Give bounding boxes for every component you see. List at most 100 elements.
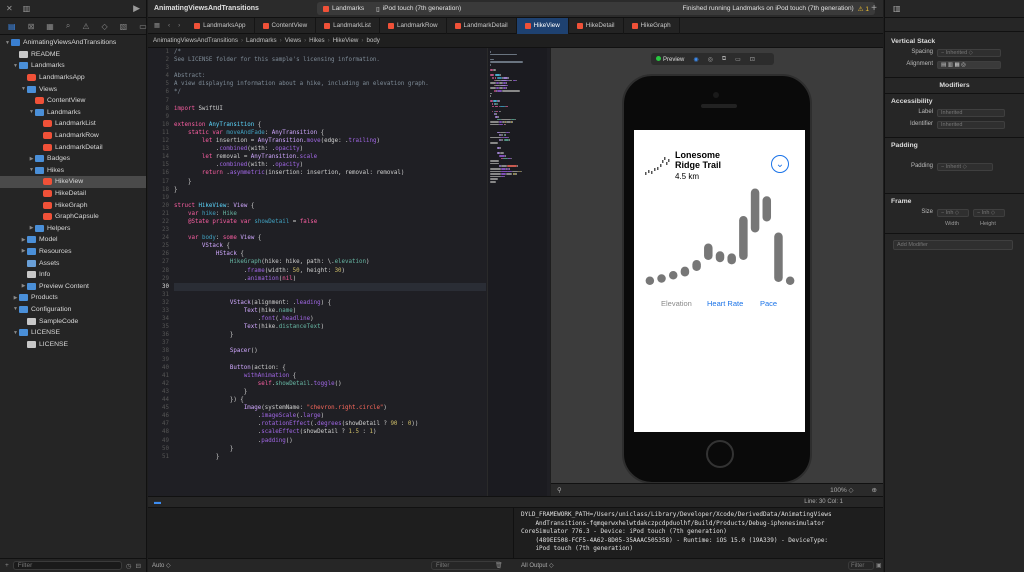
code-line[interactable]: VStack {	[174, 242, 486, 250]
code-line[interactable]: }	[174, 186, 486, 194]
code-line[interactable]: .rotationEffect(.degrees(showDetail ? 90…	[174, 420, 486, 428]
code-area[interactable]: /* See LICENSE folder for this sample's l…	[174, 48, 486, 461]
file-tree-item[interactable]: ▼ Hikes	[0, 165, 146, 177]
code-line[interactable]: self.showDetail.toggle()	[174, 380, 486, 388]
code-line[interactable]: static var moveAndFade: AnyTransition {	[174, 129, 486, 137]
add-icon[interactable]: +	[5, 562, 9, 569]
code-line[interactable]: let removal = AnyTransition.scale	[174, 153, 486, 161]
zoom-fit-icon[interactable]: ⊕	[872, 486, 877, 494]
code-line[interactable]: }) {	[174, 396, 486, 404]
code-line[interactable]: Abstract:	[174, 72, 486, 80]
code-line[interactable]: */	[174, 88, 486, 96]
code-line[interactable]: var body: some View {	[174, 234, 486, 242]
device-settings-icon[interactable]: ▭	[735, 56, 741, 63]
code-line[interactable]: HikeGraph(hike: hike, path: \.elevation)	[174, 258, 486, 266]
source-control-tab-icon[interactable]: ⊠	[28, 22, 35, 31]
file-tree-item[interactable]: LandmarkDetail	[0, 141, 146, 153]
code-line[interactable]: Spacer()	[174, 347, 486, 355]
debug-navigator-tab-icon[interactable]: ▧	[120, 22, 128, 31]
console-filter-input[interactable]: Filter	[848, 561, 874, 570]
disclosure-triangle-icon[interactable]: ▼	[4, 40, 11, 46]
variables-filter-input[interactable]: Filter	[431, 561, 501, 570]
padding-field[interactable]: − Inherit ◇	[937, 163, 993, 171]
code-line[interactable]: @State private var showDetail = false	[174, 218, 486, 226]
duplicate-preview-icon[interactable]: ⊡	[750, 56, 755, 63]
disclosure-triangle-icon[interactable]: ▼	[12, 306, 19, 312]
code-line[interactable]: }	[174, 453, 486, 461]
disclosure-triangle-icon[interactable]: ▶	[12, 295, 19, 301]
identifier-field[interactable]: Inherited	[937, 121, 1005, 129]
sidebar-toggle-icon[interactable]: ▥	[23, 4, 31, 13]
width-field[interactable]: − Inh ◇	[937, 209, 969, 217]
code-line[interactable]	[174, 282, 486, 291]
file-tree-item[interactable]: ▶ Products	[0, 292, 146, 304]
code-line[interactable]: .scaleEffect(showDetail ? 1.5 : 1)	[174, 428, 486, 436]
editor-tab[interactable]: LandmarkDetail	[447, 17, 517, 34]
code-line[interactable]: .font(.headline)	[174, 315, 486, 323]
code-line[interactable]: var hike: Hike	[174, 210, 486, 218]
find-navigator-tab-icon[interactable]: ⌕	[66, 21, 70, 31]
code-line[interactable]: let insertion = AnyTransition.move(edge:…	[174, 137, 486, 145]
code-line[interactable]: Button(action: {	[174, 364, 486, 372]
trash-icon[interactable]: 🗑	[495, 562, 503, 569]
code-line[interactable]: .frame(width: 50, height: 30)	[174, 267, 486, 275]
warning-badge[interactable]: ⚠ 1	[858, 5, 869, 13]
code-line[interactable]: Image(systemName: "chevron.right.circle"…	[174, 404, 486, 412]
code-line[interactable]: .padding()	[174, 437, 486, 445]
disclosure-triangle-icon[interactable]: ▶	[28, 225, 35, 231]
close-window-icon[interactable]: ✕	[6, 4, 13, 13]
breadcrumb-item[interactable]: body	[366, 37, 379, 44]
alignment-segmented-control[interactable]: ▤ ▥ ▦ ◎	[937, 61, 1001, 69]
breakpoints-toggle-icon[interactable]: ▬	[154, 499, 161, 506]
recent-files-icon[interactable]: ◷	[126, 562, 132, 570]
run-button-icon[interactable]: ▶	[133, 3, 140, 14]
disclosure-triangle-icon[interactable]: ▼	[28, 109, 35, 115]
label-field[interactable]: Inherited	[937, 109, 1005, 117]
disclosure-triangle-icon[interactable]: ▶	[20, 283, 27, 289]
code-line[interactable]: VStack(alignment: .leading) {	[174, 299, 486, 307]
back-arrow-icon[interactable]: ‹	[168, 22, 170, 29]
code-line[interactable]: .animation(nil)	[174, 275, 486, 283]
file-tree-item[interactable]: SampleCode	[0, 315, 146, 327]
editor-tab[interactable]: LandmarksApp	[186, 17, 255, 34]
symbol-navigator-tab-icon[interactable]: ▦	[46, 22, 54, 31]
code-line[interactable]	[174, 339, 486, 347]
file-tree-item[interactable]: GraphCapsule	[0, 211, 146, 223]
editor-tab[interactable]: HikeDetail	[569, 17, 624, 34]
file-tree-item[interactable]: ▶ Badges	[0, 153, 146, 165]
spacing-field[interactable]: − Inherited ◇	[937, 49, 1001, 57]
file-tree-item[interactable]: ▼ Configuration	[0, 304, 146, 316]
heart-rate-tab[interactable]: Heart Rate	[707, 299, 743, 308]
file-tree-item[interactable]: ▼ AnimatingViewsAndTransitions	[0, 37, 146, 49]
code-line[interactable]: .combined(with: .opacity)	[174, 145, 486, 153]
disclosure-triangle-icon[interactable]: ▼	[12, 63, 19, 69]
grid-icon[interactable]: ▦	[154, 22, 160, 29]
code-line[interactable]	[174, 226, 486, 234]
source-editor[interactable]: 1 2 3 4 5 6 7 8 9 10 11 12 13 14 15 16 17 18 19 20 21 22 23 24 2…	[148, 48, 550, 496]
file-tree-item[interactable]: LandmarksApp	[0, 72, 146, 84]
file-tree-item[interactable]: Assets	[0, 257, 146, 269]
file-tree-item[interactable]: ▼ Landmarks	[0, 60, 146, 72]
file-tree-item[interactable]: LICENSE	[0, 338, 146, 350]
minimap[interactable]	[487, 48, 547, 496]
file-tree-item[interactable]: HikeView	[0, 176, 146, 188]
code-line[interactable]: Text(hike.distanceText)	[174, 323, 486, 331]
code-line[interactable]	[174, 291, 486, 299]
file-tree-item[interactable]: ▶ Model	[0, 234, 146, 246]
code-line[interactable]	[174, 97, 486, 105]
file-tree-item[interactable]: ▶ Preview Content	[0, 280, 146, 292]
file-tree-item[interactable]: ▼ Views	[0, 83, 146, 95]
code-line[interactable]: .imageScale(.large)	[174, 412, 486, 420]
file-tree-item[interactable]: ▶ Resources	[0, 246, 146, 258]
inspector-toggle-icon[interactable]: ▥	[893, 4, 901, 13]
disclosure-triangle-icon[interactable]: ▼	[12, 330, 19, 336]
file-tree-item[interactable]: LandmarkList	[0, 118, 146, 130]
disclosure-triangle-icon[interactable]: ▶	[20, 248, 27, 254]
file-tree-item[interactable]: HikeDetail	[0, 188, 146, 200]
navigator-filter-input[interactable]: Filter	[12, 561, 122, 570]
editor-tab[interactable]: LandmarkRow	[380, 17, 447, 34]
add-library-icon[interactable]: +	[871, 3, 877, 14]
code-line[interactable]: withAnimation {	[174, 372, 486, 380]
target-selector[interactable]: Landmarks	[317, 5, 370, 12]
height-field[interactable]: − Inh ◇	[973, 209, 1005, 217]
